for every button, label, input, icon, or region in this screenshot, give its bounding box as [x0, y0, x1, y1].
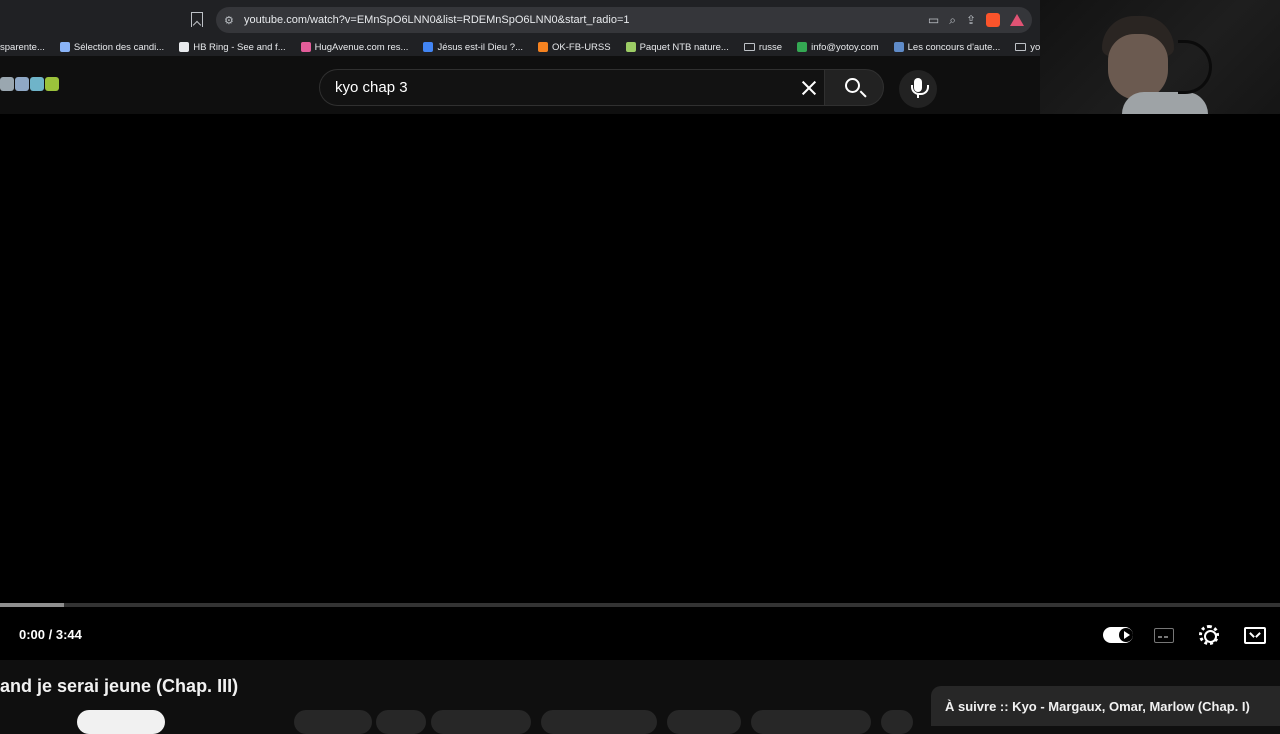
search-button[interactable]: [824, 69, 884, 106]
more-actions-button[interactable]: [881, 710, 913, 734]
bookmark-item[interactable]: HugAvenue.com res...: [300, 41, 409, 53]
youtube-header: [0, 56, 1040, 114]
autoplay-toggle[interactable]: [1103, 627, 1133, 643]
bookmark-item[interactable]: Jésus est-il Dieu ?...: [423, 42, 523, 53]
headset-icon: [1178, 40, 1212, 94]
info-icon: [423, 42, 434, 52]
save-button[interactable]: [541, 710, 657, 734]
zoom-icon[interactable]: ⌕: [949, 13, 956, 28]
url-text[interactable]: youtube.com/watch?v=EMnSpO6LNN0&list=RDE…: [244, 14, 630, 26]
heart-icon: [300, 42, 311, 52]
bookmark-label: info@yotoy.com: [811, 41, 879, 53]
up-next-banner[interactable]: À suivre :: Kyo - Margaux, Omar, Marlow …: [931, 686, 1280, 726]
bookmark-item[interactable]: OK-FB-URSS: [538, 42, 611, 53]
emoji-icon: [45, 77, 59, 91]
share-button[interactable]: [431, 710, 531, 734]
progress-buffered: [0, 603, 64, 607]
like-button[interactable]: [294, 710, 372, 734]
search-input[interactable]: [333, 78, 773, 97]
time-display: 0:00 / 3:44: [19, 627, 82, 642]
bookmark-label: HugAvenue.com res...: [314, 41, 409, 53]
bookmark-label: OK-FB-URSS: [552, 41, 611, 53]
clear-search-icon[interactable]: [797, 76, 821, 100]
bookmark-item[interactable]: Les concours d'aute...: [893, 41, 1001, 53]
bookmark-page-icon[interactable]: [191, 12, 203, 27]
bookmark-item[interactable]: russe: [743, 41, 783, 53]
bookmark-item[interactable]: Paquet NTB nature...: [625, 41, 729, 53]
video-player[interactable]: [0, 114, 1280, 660]
address-bar-actions: ▭ ⌕ ⇪: [928, 7, 1024, 33]
voice-search-button[interactable]: [899, 70, 937, 108]
bookmark-item[interactable]: sparente...: [0, 42, 45, 53]
globe-icon: [797, 42, 808, 52]
share-icon[interactable]: ⇪: [966, 13, 976, 27]
doc-icon: [59, 42, 70, 52]
time-separator: /: [45, 627, 56, 642]
search-icon: [845, 78, 860, 93]
browser-address-bar: ⚙ youtube.com/watch?v=EMnSpO6LNN0&list=R…: [0, 0, 1040, 38]
t-icon: [179, 42, 190, 52]
dislike-button[interactable]: [376, 710, 426, 734]
bookmark-label: Paquet NTB nature...: [639, 41, 729, 53]
emoji-icon: [0, 77, 14, 91]
webcam-face: [1108, 34, 1168, 100]
bookmark-label: HB Ring - See and f...: [193, 41, 286, 53]
emoji-icon: [15, 77, 29, 91]
bookmark-label: Sélection des candi...: [73, 41, 165, 53]
video-title: and je serai jeune (Chap. III): [0, 676, 239, 696]
bookmark-item[interactable]: HB Ring - See and f...: [179, 41, 286, 53]
clip-button[interactable]: [667, 710, 741, 734]
settings-gear-icon[interactable]: [1199, 625, 1219, 645]
cast-icon[interactable]: ▭: [928, 13, 939, 27]
brave-rewards-icon[interactable]: [1010, 14, 1024, 26]
folder-icon: [743, 43, 755, 51]
ok-icon: [538, 42, 548, 52]
bookmark-item[interactable]: Sélection des candi...: [59, 41, 165, 53]
site-settings-icon[interactable]: ⚙: [224, 14, 238, 27]
time-total: 3:44: [55, 627, 82, 642]
download-button[interactable]: [751, 710, 871, 734]
brave-shields-icon[interactable]: [986, 13, 1000, 27]
channel-emoji-strip: [0, 77, 59, 91]
search-box: [319, 69, 825, 106]
bookmarks-bar: sparente... Sélection des candi... HB Ring…: [0, 38, 1040, 56]
bookmark-label: yotoy: [1030, 41, 1040, 53]
bookmark-item[interactable]: yotoy: [1015, 42, 1040, 53]
image-icon: [893, 42, 904, 52]
bookmark-label: sparente...: [0, 41, 45, 53]
microphone-icon: [911, 78, 929, 98]
fullscreen-icon[interactable]: [1244, 627, 1266, 644]
subtitles-icon[interactable]: [1154, 628, 1174, 643]
autoplay-play-icon: [1124, 631, 1130, 639]
time-current: 0:00: [19, 627, 46, 642]
leaf-icon: [625, 42, 636, 52]
emoji-icon: [30, 77, 44, 91]
bookmark-item[interactable]: info@yotoy.com: [797, 42, 879, 53]
url-box[interactable]: ⚙ youtube.com/watch?v=EMnSpO6LNN0&list=R…: [216, 7, 1032, 33]
bookmark-label: Les concours d'aute...: [907, 41, 1001, 53]
folder-icon: [1015, 43, 1027, 51]
bookmark-label: Jésus est-il Dieu ?...: [437, 41, 523, 53]
progress-bar[interactable]: [0, 603, 1280, 607]
subscribe-button[interactable]: [77, 710, 165, 734]
bookmark-label: russe: [758, 41, 783, 53]
